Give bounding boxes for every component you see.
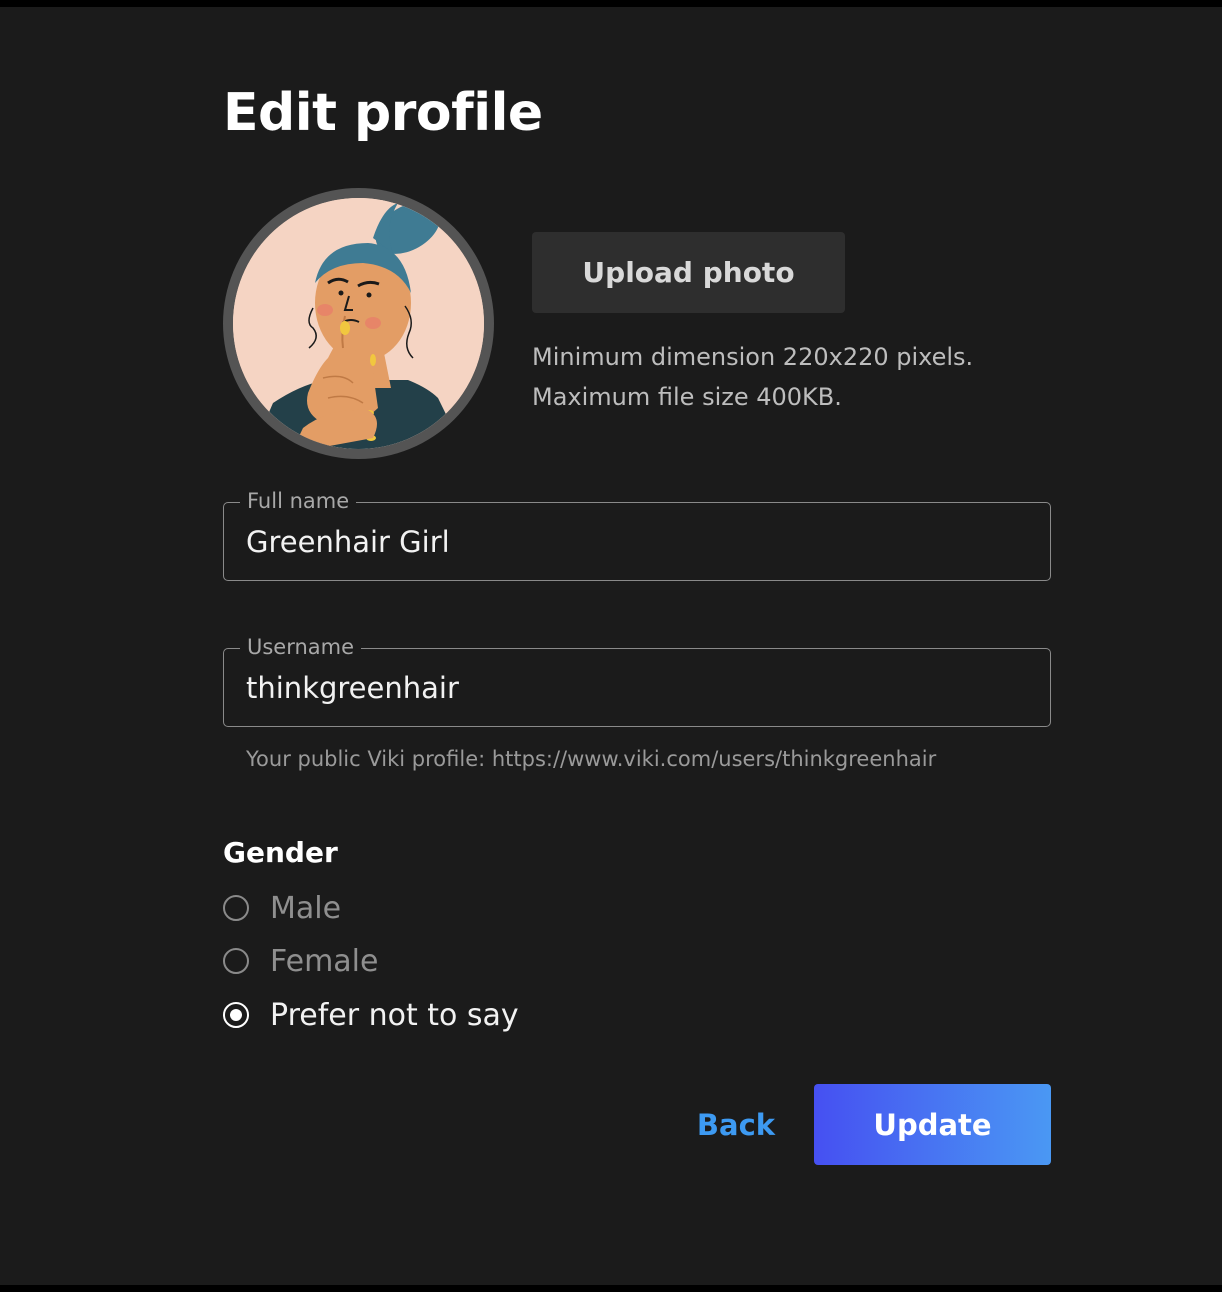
profile-url-helper: Your public Viki profile: https://www.vi…	[246, 747, 937, 771]
gender-option-label: Prefer not to say	[270, 997, 519, 1033]
radio-checked-icon[interactable]	[223, 1002, 249, 1028]
gender-option-female[interactable]: Female	[223, 943, 379, 979]
gender-heading: Gender	[223, 836, 338, 869]
full-name-label: Full name	[240, 488, 357, 514]
upload-photo-button[interactable]: Upload photo	[532, 232, 845, 313]
gender-option-label: Male	[270, 890, 342, 926]
radio-dot	[230, 1009, 242, 1021]
upload-hint-filesize: Maximum file size 400KB.	[532, 383, 842, 411]
upload-hint: Minimum dimension 220x220 pixels. Maximu…	[532, 337, 973, 417]
radio-unchecked-icon[interactable]	[223, 895, 249, 921]
full-name-input[interactable]	[224, 503, 1050, 580]
back-button[interactable]: Back	[696, 1101, 776, 1149]
gender-option-male[interactable]: Male	[223, 890, 342, 926]
avatar-illustration-icon	[233, 198, 484, 449]
update-button[interactable]: Update	[814, 1084, 1051, 1165]
username-field: Username	[223, 634, 1051, 727]
gender-option-label: Female	[270, 943, 379, 979]
username-label: Username	[240, 634, 362, 660]
gender-option-prefer-not-to-say[interactable]: Prefer not to say	[223, 997, 519, 1033]
full-name-field: Full name	[223, 488, 1051, 581]
radio-unchecked-icon[interactable]	[223, 948, 249, 974]
page-title: Edit profile	[223, 83, 543, 143]
avatar	[223, 188, 494, 459]
username-input[interactable]	[224, 649, 1050, 726]
upload-hint-dimension: Minimum dimension 220x220 pixels.	[532, 343, 974, 371]
page-container: Edit profile Upload photo Minimum dimens…	[0, 7, 1222, 1285]
